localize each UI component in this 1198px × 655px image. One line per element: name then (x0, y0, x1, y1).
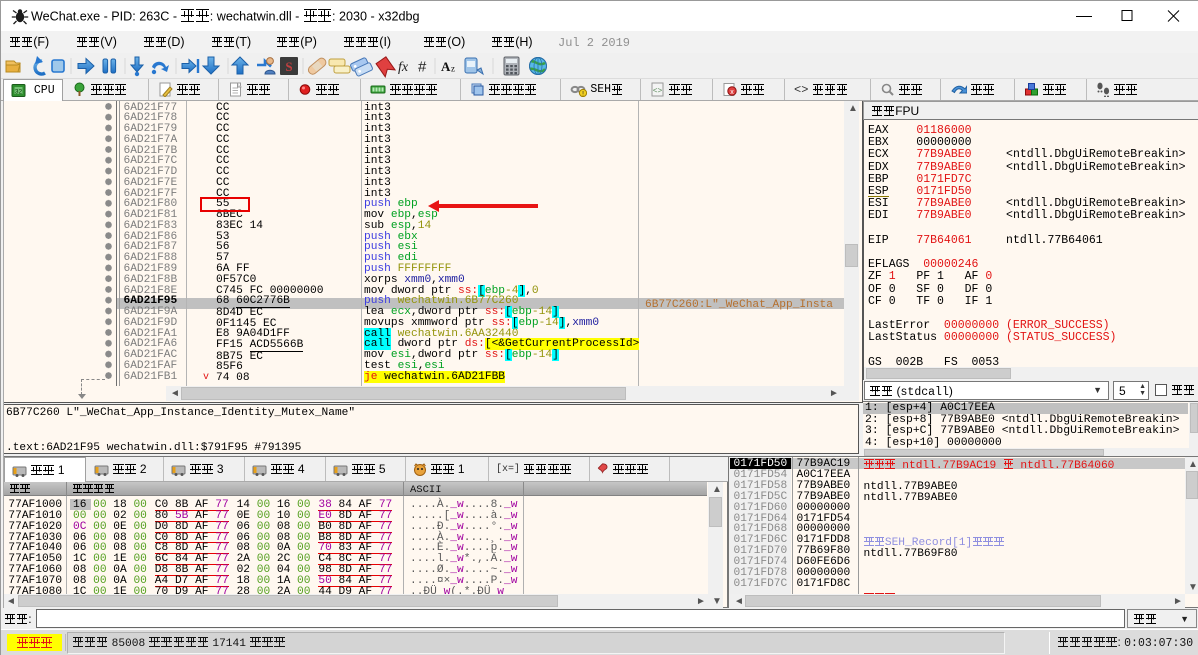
svg-text:32: 32 (15, 89, 23, 96)
svg-text:<>: <> (653, 87, 663, 96)
svg-text:!: ! (582, 91, 584, 97)
svg-text:fx: fx (398, 60, 409, 75)
svg-text:#: # (418, 59, 427, 76)
svg-text:A: A (441, 59, 451, 74)
svg-text:x: x (730, 89, 734, 96)
svg-text:z: z (451, 64, 455, 74)
svg-text:S: S (285, 59, 292, 74)
